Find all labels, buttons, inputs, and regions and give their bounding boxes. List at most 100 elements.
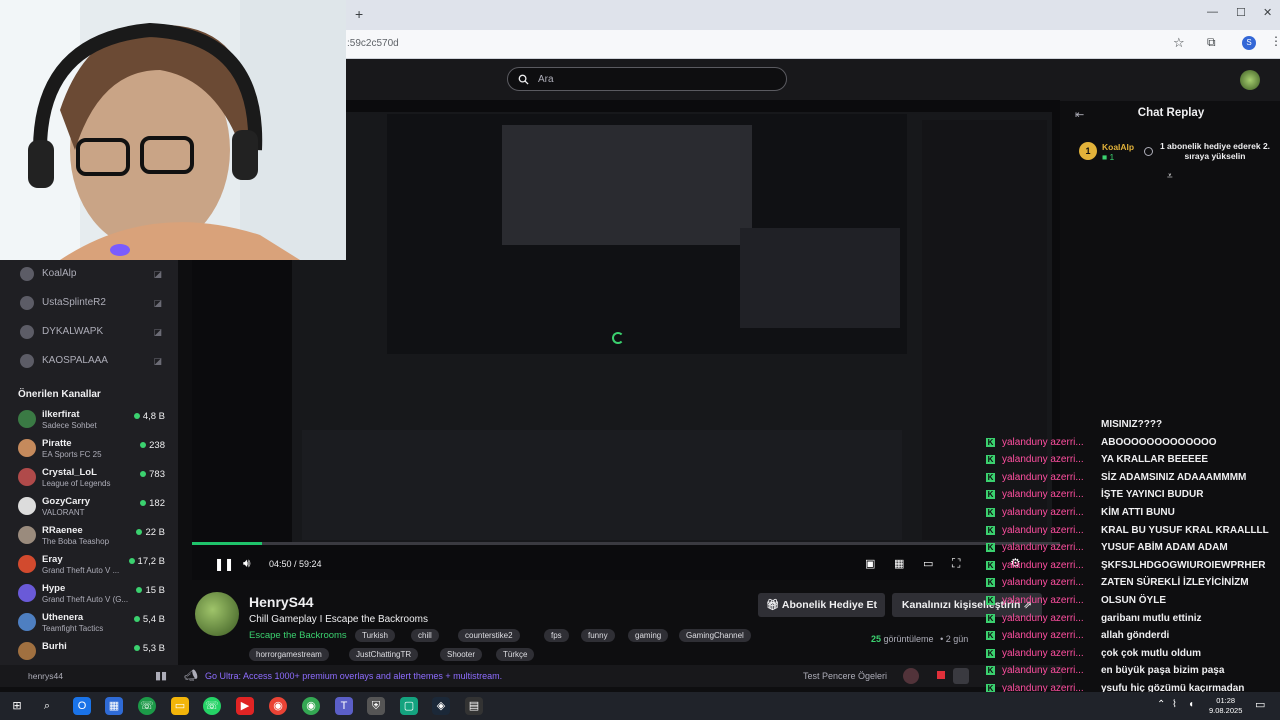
chat-username[interactable]: yalanduny azerri... (1002, 542, 1098, 553)
steam-icon[interactable]: ◈ (432, 697, 450, 715)
hype-user[interactable]: KoalAlp (1102, 142, 1134, 152)
expand-icon[interactable]: ⩡ (1167, 171, 1173, 182)
notifications-icon[interactable]: ▭ (1255, 698, 1265, 711)
whatsapp-icon[interactable]: ☏ (138, 697, 156, 715)
chat-username[interactable]: yalanduny azerri... (1002, 648, 1098, 659)
chat-username[interactable]: yalanduny azerri... (1002, 454, 1098, 465)
chat-message: Kyalanduny azerri... allah gönderdi (0, 628, 1280, 645)
sidebar-followed-channel[interactable]: KoalAlp ◪ (0, 259, 178, 288)
url-text[interactable]: :59c2c570d (347, 38, 399, 49)
subscriber-badge-icon: K (986, 649, 995, 658)
menu-icon[interactable]: ⋮ (1270, 34, 1280, 48)
windows-start-icon[interactable]: ⊞ (8, 697, 26, 715)
chat-text: MISINIZ???? (1101, 419, 1163, 430)
hype-text: 1 abonelik hediye ederek 2. sıraya yükse… (1159, 141, 1271, 161)
subscriber-badge-icon: K (986, 473, 995, 482)
search-icon (518, 74, 529, 85)
network-icon[interactable]: ⌇ (1172, 699, 1177, 710)
chat-message: Kyalanduny azerri... SİZ ADAMSINIZ ADAAAM… (0, 470, 1280, 487)
subscriber-badge-icon: K (986, 631, 995, 640)
channel-avatar (20, 266, 34, 281)
chat-text: ŞKFSJLHDGOGWIUROIEWPRHER (1101, 560, 1266, 571)
chat-message: Kyalanduny azerri... en büyük paşa bizim … (0, 663, 1280, 680)
chat-username[interactable]: yalanduny azerri... (1002, 577, 1098, 588)
channel-name: UstaSplinteR2 (42, 297, 106, 308)
store-icon[interactable]: ▦ (105, 697, 123, 715)
youtube-icon[interactable]: ▶ (236, 697, 254, 715)
muted-icon: ◪ (153, 298, 162, 308)
profile-avatar[interactable]: S (1242, 36, 1256, 50)
channel-avatar (20, 324, 34, 339)
channel-name: KAOSPALAAA (42, 355, 108, 366)
chat-message: Kyalanduny azerri... KİM ATTI BUNU (0, 505, 1280, 522)
sidebar-followed-channel[interactable]: DYKALWAPK ◪ (0, 317, 178, 346)
gift-icon: ■ (1102, 152, 1110, 162)
hype-count: ■ 1 (1102, 152, 1114, 162)
chat-username[interactable]: yalanduny azerri... (1002, 560, 1098, 571)
loading-spinner-icon (612, 332, 624, 344)
channel-name: KoalAlp (42, 268, 77, 279)
chat-message: Kyalanduny azerri... İŞTE YAYINCI BUDUR (0, 487, 1280, 504)
chat-message: Kyalanduny azerri... KRAL BU YUSUF KRAL K… (0, 523, 1280, 540)
subscriber-badge-icon: K (986, 614, 995, 623)
search-input[interactable]: Ara (507, 67, 787, 91)
chat-message: Kyalanduny azerri... ŞKFSJLHDGOGWIUROIEWP… (0, 558, 1280, 575)
chat-username[interactable]: yalanduny azerri... (1002, 489, 1098, 500)
chat-text: çok çok mutlu oldum (1101, 648, 1202, 659)
chat-username[interactable]: yalanduny azerri... (1002, 437, 1098, 448)
terminal-icon[interactable]: ▤ (465, 697, 483, 715)
close-window-button[interactable]: ✕ (1263, 6, 1272, 19)
search-icon[interactable]: ⌕ (38, 697, 56, 715)
teams-icon[interactable]: T (335, 697, 353, 715)
chat-message: Kyalanduny azerri... garibanı mutlu ettin… (0, 611, 1280, 628)
hype-leaderboard: 1 KoalAlp ■ 1 1 abonelik hediye ederek 2… (1062, 138, 1280, 182)
whatsapp-app-icon[interactable]: ☏ (203, 697, 221, 715)
chat-username[interactable]: yalanduny azerri... (1002, 630, 1098, 641)
minimize-button[interactable]: — (1207, 6, 1218, 18)
subscriber-badge-icon: K (986, 508, 995, 517)
user-avatar[interactable] (1240, 70, 1260, 90)
video-frame (502, 125, 752, 245)
folder-icon[interactable]: ▭ (171, 697, 189, 715)
chat-text: KRAL BU YUSUF KRAL KRAALLLL (1101, 525, 1269, 536)
sidebar-followed-channel[interactable]: UstaSplinteR2 ◪ (0, 288, 178, 317)
chat-text: YA KRALLAR BEEEEE (1101, 454, 1209, 465)
info-icon (1144, 147, 1153, 156)
channel-avatar (20, 295, 34, 310)
chat-title: Chat Replay (1137, 107, 1205, 119)
chrome-profile-icon[interactable]: ◉ (302, 697, 320, 715)
chat-username[interactable]: yalanduny azerri... (1002, 665, 1098, 676)
windows-taskbar (0, 692, 1280, 720)
chat-username[interactable]: yalanduny azerri... (1002, 595, 1098, 606)
video-frame (740, 228, 900, 328)
hype-count-value: 1 (1109, 152, 1115, 162)
tray-chevron-icon[interactable]: ⌃ (1157, 699, 1165, 710)
star-icon[interactable]: ☆ (1173, 35, 1185, 51)
subscriber-badge-icon: K (986, 526, 995, 535)
maximize-button[interactable]: ☐ (1236, 6, 1246, 19)
new-tab-button[interactable]: + (355, 6, 363, 22)
app-icon[interactable]: ▢ (400, 697, 418, 715)
speaker-icon[interactable]: ◖ (1188, 699, 1194, 710)
subscriber-badge-icon: K (986, 543, 995, 552)
chat-text: SİZ ADAMSINIZ ADAAAMMMM (1101, 472, 1247, 483)
chat-message: Kyalanduny azerri... OLSUN ÖYLE (0, 593, 1280, 610)
chat-username[interactable]: yalanduny azerri... (1002, 507, 1098, 518)
outlook-icon[interactable]: O (73, 697, 91, 715)
chat-username[interactable]: yalanduny azerri... (1002, 613, 1098, 624)
sidebar-followed-channel[interactable]: KAOSPALAAA ◪ (0, 346, 178, 375)
chat-username[interactable]: yalanduny azerri... (1002, 525, 1098, 536)
chat-username[interactable]: yalanduny azerri... (1002, 472, 1098, 483)
subscriber-badge-icon: K (986, 666, 995, 675)
clock-date: 9.08.2025 (1209, 706, 1243, 715)
chat-message: MISINIZ???? (0, 417, 1280, 434)
chrome-icon[interactable]: ◉ (269, 697, 287, 715)
extensions-icon[interactable]: ⧉ (1207, 35, 1216, 50)
taskbar-clock[interactable]: 01:28 9.08.2025 (1209, 696, 1242, 716)
subscriber-badge-icon: K (986, 596, 995, 605)
shield-icon[interactable]: ⛨ (367, 697, 385, 715)
channel-name: DYKALWAPK (42, 326, 104, 337)
chat-message: Kyalanduny azerri... YA KRALLAR BEEEEE (0, 452, 1280, 469)
clock-time: 01:28 (1216, 696, 1236, 705)
chat-text: KİM ATTI BUNU (1101, 507, 1175, 518)
